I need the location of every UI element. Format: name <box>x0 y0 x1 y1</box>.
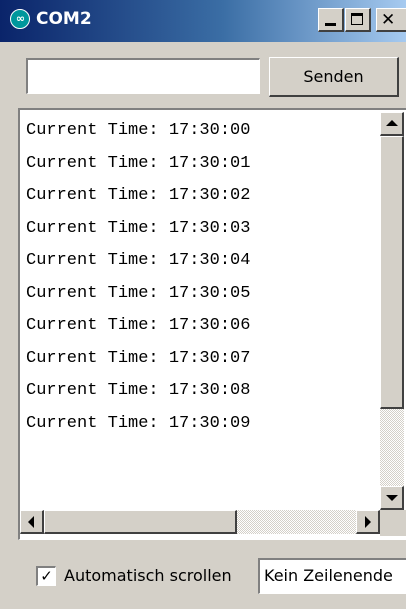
window-title: COM2 <box>36 9 92 29</box>
output-line: Current Time: 17:30:05 <box>26 283 251 303</box>
output-line: Current Time: 17:30:06 <box>26 316 251 335</box>
autoscroll-label[interactable]: Automatisch scrollen <box>64 566 232 585</box>
output-line: Current Time: 17:30:09 <box>26 413 251 433</box>
line-ending-select[interactable]: Kein Zeilenende <box>258 558 406 594</box>
checkmark-icon: ✓ <box>40 567 53 585</box>
autoscroll-checkbox[interactable]: ✓ <box>36 566 56 586</box>
scroll-down-button[interactable] <box>380 486 404 510</box>
output-line: Current Time: 17:30:07 <box>26 348 251 368</box>
vertical-scroll-thumb[interactable] <box>380 136 404 409</box>
scrollbar-corner <box>380 510 406 536</box>
output-line: Current Time: 17:30:03 <box>26 218 251 238</box>
horizontal-scrollbar[interactable] <box>20 510 404 534</box>
down-arrow-icon <box>386 495 398 501</box>
right-arrow-icon <box>365 516 371 528</box>
scroll-left-button[interactable] <box>20 510 44 534</box>
scroll-up-button[interactable] <box>380 112 404 136</box>
left-arrow-icon <box>28 516 34 528</box>
send-input[interactable] <box>26 58 260 94</box>
output-line: Current Time: 17:30:00 <box>26 121 251 140</box>
serial-output[interactable]: Current Time: 17:30:00 Current Time: 17:3… <box>18 108 406 540</box>
send-button[interactable]: Senden <box>269 57 399 97</box>
minimize-icon <box>325 23 336 26</box>
output-line: Current Time: 17:30:08 <box>26 381 251 400</box>
output-line: Current Time: 17:30:02 <box>26 186 251 205</box>
maximize-icon <box>351 13 363 25</box>
maximize-button[interactable] <box>345 8 371 32</box>
output-line: Current Time: 17:30:04 <box>26 251 251 270</box>
output-line: Current Time: 17:30:01 <box>26 153 251 173</box>
horizontal-scroll-thumb[interactable] <box>44 510 238 534</box>
up-arrow-icon <box>386 120 398 126</box>
minimize-button[interactable] <box>318 8 344 32</box>
arduino-icon: ∞ <box>10 9 30 29</box>
close-button[interactable]: ✕ <box>376 8 406 32</box>
close-icon: ✕ <box>381 10 396 30</box>
scroll-right-button[interactable] <box>356 510 380 534</box>
title-bar[interactable]: ∞ COM2 ✕ <box>0 0 406 42</box>
vertical-scrollbar[interactable] <box>380 112 404 510</box>
output-lines: Current Time: 17:30:00 Current Time: 17:3… <box>26 120 250 445</box>
